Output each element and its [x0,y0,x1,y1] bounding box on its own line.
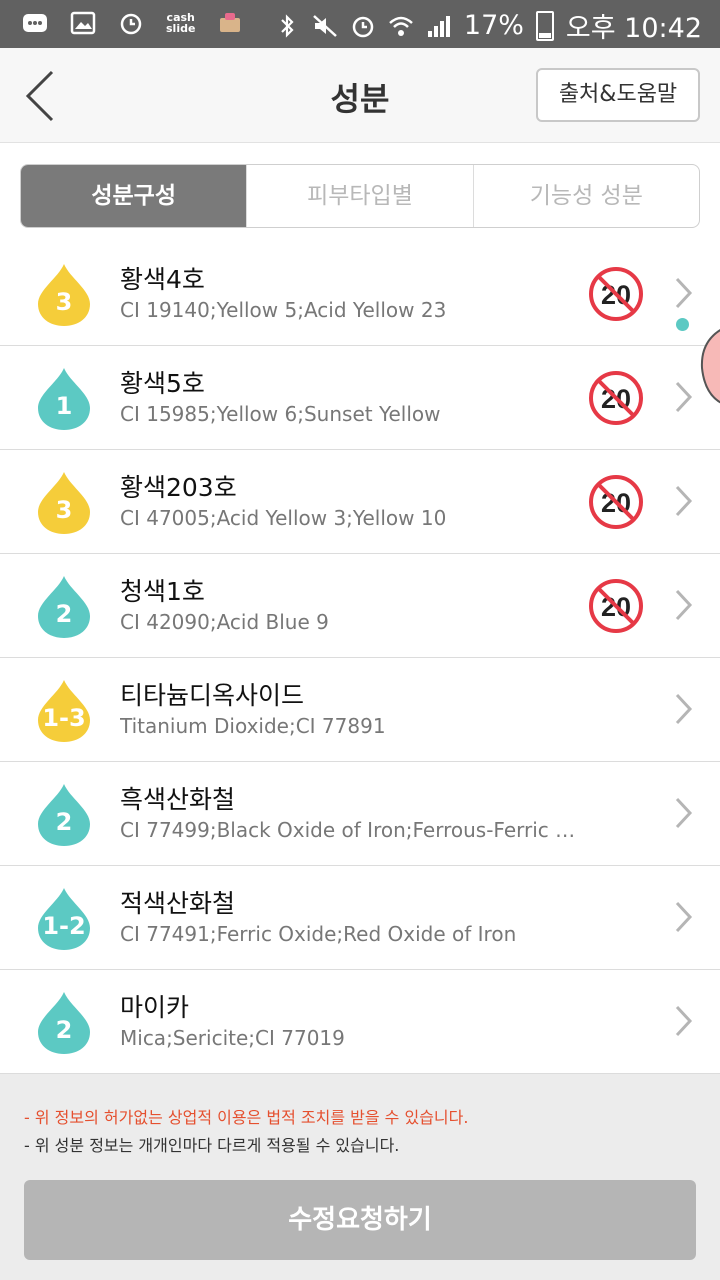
chevron-right-icon [675,485,693,517]
chevron-right-icon [675,589,693,621]
mute-icon [313,14,337,37]
grade-drop-icon: 1-2 [36,886,92,952]
no-under-20-icon: 20 [589,371,643,425]
ingredient-aliases: Titanium Dioxide;CI 77891 [120,714,386,738]
wifi-icon [389,16,413,36]
ingredient-row[interactable]: 1-2 적색산화철 CI 77491;Ferric Oxide;Red Oxide … [0,866,720,970]
ingredient-name: 마이카 [120,993,190,1022]
chevron-right-icon [675,693,693,725]
grade-drop-icon: 3 [36,470,92,536]
tab-ingredient-composition[interactable]: 성분구성 [21,165,247,227]
ingredient-row[interactable]: 2 흑색산화철 CI 77499;Black Oxide of Iron;Ferro… [0,762,720,866]
tab-functional-ingredients[interactable]: 기능성 성분 [472,165,699,227]
tab-skin-type[interactable]: 피부타입별 [246,165,472,227]
ingredient-aliases: CI 47005;Acid Yellow 3;Yellow 10 [120,506,447,530]
ingredient-row[interactable]: 1-3 티타늄디옥사이드 Titanium Dioxide;CI 77891 [0,658,720,762]
ingredient-name: 황색5호 [120,369,205,398]
tab-bar: 성분구성 피부타입별 기능성 성분 [20,164,700,228]
ingredient-row[interactable]: 2 마이카 Mica;Sericite;CI 77019 [0,970,720,1074]
ingredient-name: 황색4호 [120,265,205,294]
status-bar-left-icons: cash slide [22,10,243,36]
ingredient-aliases: CI 77491;Ferric Oxide;Red Oxide of Iron [120,922,517,946]
ingredient-aliases: CI 42090;Acid Blue 9 [120,610,329,634]
grade-value: 1-3 [42,704,86,732]
grade-value: 1-2 [42,912,86,940]
gallery-icon [70,11,96,35]
source-help-button[interactable]: 출처&도움말 [536,68,700,122]
grade-value: 1 [55,392,73,420]
ingredient-row[interactable]: 2 청색1호 CI 42090;Acid Blue 9 20 [0,554,720,658]
request-edit-button[interactable]: 수정요청하기 [24,1180,696,1260]
ingredient-name: 황색203호 [120,473,237,502]
battery-percent: 17% [463,10,524,41]
ingredient-name: 흑색산화철 [120,785,236,814]
footer-panel: - 위 정보의 허가없는 상업적 이용은 법적 조치를 받을 수 있습니다. -… [0,1074,720,1280]
grade-drop-icon: 1 [36,366,92,432]
chevron-right-icon [675,277,693,309]
grade-drop-icon: 2 [36,574,92,640]
ingredient-row[interactable]: 3 황색4호 CI 19140;Yellow 5;Acid Yellow 23 20 [0,242,720,346]
chevron-right-icon [675,797,693,829]
grade-value: 2 [55,808,73,836]
grade-drop-icon: 3 [36,262,92,328]
grade-value: 3 [55,496,73,524]
alarm-clock-icon [352,16,374,37]
status-bar: cash slide 17% 오후 10:42 [0,0,720,48]
ingredient-aliases: Mica;Sericite;CI 77019 [120,1026,345,1050]
app-notification-icon [220,13,241,32]
floating-character-bubble-icon[interactable] [700,322,720,408]
no-under-20-icon: 20 [589,475,643,529]
ingredient-name: 청색1호 [120,577,205,606]
grade-drop-icon: 2 [36,782,92,848]
bluetooth-icon [281,13,294,38]
alarm-icon [120,13,142,35]
chevron-right-icon [675,381,693,413]
clock: 오후 10:42 [565,13,702,44]
grade-value: 3 [55,288,73,316]
scroll-indicator-dot [676,318,689,331]
signal-icon [427,15,450,37]
ingredient-name: 티타늄디옥사이드 [120,681,305,710]
ingredient-aliases: CI 15985;Yellow 6;Sunset Yellow [120,402,441,426]
ingredient-aliases: CI 77499;Black Oxide of Iron;Ferrous-Fer… [120,818,590,842]
ingredient-aliases: CI 19140;Yellow 5;Acid Yellow 23 [120,298,447,322]
battery-icon [535,10,554,41]
app-header: 성분 출처&도움말 [0,48,720,143]
chevron-right-icon [675,1005,693,1037]
commercial-use-warning: - 위 정보의 허가없는 상업적 이용은 법적 조치를 받을 수 있습니다. [24,1108,469,1127]
grade-value: 2 [55,1016,73,1044]
ingredient-row[interactable]: 3 황색203호 CI 47005;Acid Yellow 3;Yellow 10 2… [0,450,720,554]
chevron-right-icon [675,901,693,933]
cashslide-icon: cash slide [166,11,196,35]
ingredient-list: 3황색4호CI 19140;Yellow 5;Acid Yellow 23201… [0,242,720,1074]
grade-drop-icon: 1-3 [36,678,92,744]
ingredient-name: 적색산화철 [120,889,236,918]
status-bar-right-icons: 17% 오후 10:42 [274,6,702,45]
no-under-20-icon: 20 [589,267,643,321]
grade-drop-icon: 2 [36,990,92,1056]
ingredient-row[interactable]: 1 황색5호 CI 15985;Yellow 6;Sunset Yellow 20 [0,346,720,450]
chat-icon [23,14,47,32]
no-under-20-icon: 20 [589,579,643,633]
grade-value: 2 [55,600,73,628]
individual-difference-note: - 위 성분 정보는 개개인마다 다르게 적용될 수 있습니다. [24,1136,400,1155]
